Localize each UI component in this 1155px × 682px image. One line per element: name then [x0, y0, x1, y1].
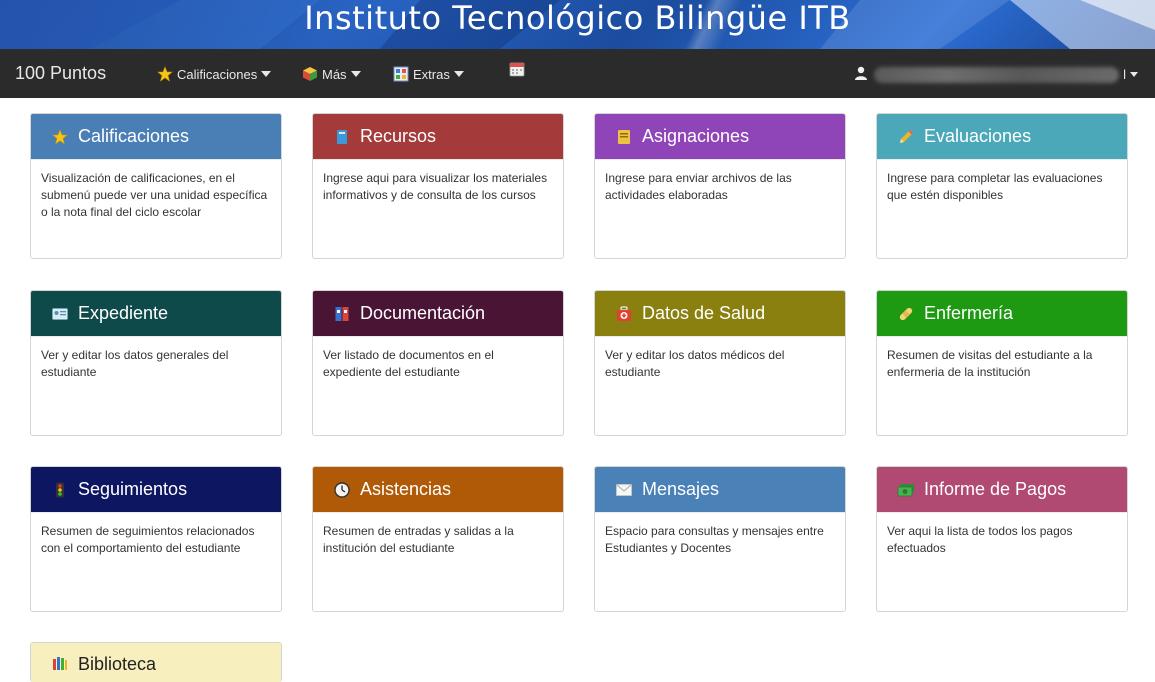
top-navbar: 100 Puntos Calificaciones Más Extras l: [0, 49, 1155, 98]
card-calificaciones[interactable]: Calificaciones Visualización de califica…: [30, 113, 282, 259]
cube-icon: [302, 66, 318, 82]
card-header: Mensajes: [595, 467, 845, 512]
caret-down-icon: [1130, 72, 1138, 77]
card-seguimientos[interactable]: Seguimientos Resumen de seguimientos rel…: [30, 466, 282, 612]
card-title: Datos de Salud: [642, 303, 766, 323]
card-documentacion[interactable]: Documentación Ver listado de documentos …: [312, 290, 564, 436]
points-brand[interactable]: 100 Puntos: [15, 63, 106, 84]
calendar-button[interactable]: [509, 61, 529, 77]
id-card-icon: [51, 305, 69, 323]
card-header: Informe de Pagos: [877, 467, 1127, 512]
card-description: Resumen de visitas del estudiante a la e…: [877, 336, 1127, 391]
user-name-suffix: l: [1123, 67, 1126, 82]
card-description: Ingrese aqui para visualizar los materia…: [313, 159, 563, 214]
card-title: Expediente: [78, 303, 169, 323]
grid-icon: [393, 66, 409, 82]
nav-menu-extras[interactable]: Extras: [393, 66, 464, 82]
card-title: Enfermería: [924, 303, 1014, 323]
card-description: Ver aqui la lista de todos los pagos efe…: [877, 512, 1127, 567]
card-title: Biblioteca: [78, 654, 157, 674]
card-evaluaciones[interactable]: Evaluaciones Ingrese para completar las …: [876, 113, 1128, 259]
card-title: Mensajes: [642, 479, 720, 499]
envelope-icon: [615, 481, 633, 499]
traffic-light-icon: [51, 481, 69, 499]
card-title: Informe de Pagos: [924, 479, 1067, 499]
header-banner: Instituto Tecnológico Bilingüe ITB: [0, 0, 1155, 49]
card-header: Calificaciones: [31, 114, 281, 159]
pencil-icon: [897, 128, 915, 146]
star-icon: [157, 66, 173, 82]
nav-menu-mas[interactable]: Más: [302, 66, 361, 82]
card-title: Evaluaciones: [924, 126, 1032, 146]
card-description: Ver y editar los datos médicos del estud…: [595, 336, 845, 391]
notebook-icon: [615, 128, 633, 146]
nav-menu-calificaciones[interactable]: Calificaciones: [157, 66, 272, 82]
card-description: Espacio para consultas y mensajes entre …: [595, 512, 845, 567]
site-title: Instituto Tecnológico Bilingüe ITB: [304, 0, 851, 37]
card-recursos[interactable]: Recursos Ingrese aqui para visualizar lo…: [312, 113, 564, 259]
card-expediente[interactable]: Expediente Ver y editar los datos genera…: [30, 290, 282, 436]
book-icon: [333, 128, 351, 146]
clock-icon: [333, 481, 351, 499]
caret-down-icon: [261, 71, 272, 77]
nav-menu-label: Más: [322, 66, 347, 82]
calendar-icon: [509, 61, 525, 77]
card-mensajes[interactable]: Mensajes Espacio para consultas y mensaj…: [594, 466, 846, 612]
card-asignaciones[interactable]: Asignaciones Ingrese para enviar archivo…: [594, 113, 846, 259]
card-description: Ingrese para enviar archivos de las acti…: [595, 159, 845, 214]
card-description: Visualización de calificaciones, en el s…: [31, 159, 281, 231]
card-description: Ver listado de documentos en el expedien…: [313, 336, 563, 391]
card-title: Recursos: [360, 126, 437, 146]
card-header: Datos de Salud: [595, 291, 845, 336]
card-biblioteca[interactable]: Biblioteca: [30, 642, 282, 682]
medkit-icon: [615, 305, 633, 323]
nav-menu-label: Calificaciones: [177, 66, 258, 82]
card-enfermeria[interactable]: Enfermería Resumen de visitas del estudi…: [876, 290, 1128, 436]
card-header: Evaluaciones: [877, 114, 1127, 159]
card-description: Ingrese para completar las evaluaciones …: [877, 159, 1127, 214]
card-title: Asistencias: [360, 479, 452, 499]
card-title: Calificaciones: [78, 126, 190, 146]
user-name-redacted: [874, 66, 1120, 83]
card-header: Asignaciones: [595, 114, 845, 159]
star-icon: [51, 128, 69, 146]
card-description: Resumen de entradas y salidas a la insti…: [313, 512, 563, 567]
card-header: Asistencias: [313, 467, 563, 512]
user-menu[interactable]: l: [854, 66, 1138, 83]
card-title: Asignaciones: [642, 126, 750, 146]
caret-down-icon: [350, 71, 361, 77]
user-icon: [854, 66, 868, 83]
card-header: Expediente: [31, 291, 281, 336]
card-description: Resumen de seguimientos relacionados con…: [31, 512, 281, 567]
bandage-icon: [897, 305, 915, 323]
card-header: Documentación: [313, 291, 563, 336]
card-title: Seguimientos: [78, 479, 188, 499]
caret-down-icon: [453, 71, 464, 77]
card-header: Enfermería: [877, 291, 1127, 336]
card-description: Ver y editar los datos generales del est…: [31, 336, 281, 391]
nav-menu-label: Extras: [413, 66, 450, 82]
card-informe-pagos[interactable]: Informe de Pagos Ver aqui la lista de to…: [876, 466, 1128, 612]
card-header: Recursos: [313, 114, 563, 159]
card-datos-salud[interactable]: Datos de Salud Ver y editar los datos mé…: [594, 290, 846, 436]
binders-icon: [333, 305, 351, 323]
card-asistencias[interactable]: Asistencias Resumen de entradas y salida…: [312, 466, 564, 612]
card-header: Seguimientos: [31, 467, 281, 512]
library-icon: [51, 654, 69, 672]
money-icon: [897, 481, 915, 499]
card-header: Biblioteca: [31, 643, 281, 682]
card-title: Documentación: [360, 303, 486, 323]
